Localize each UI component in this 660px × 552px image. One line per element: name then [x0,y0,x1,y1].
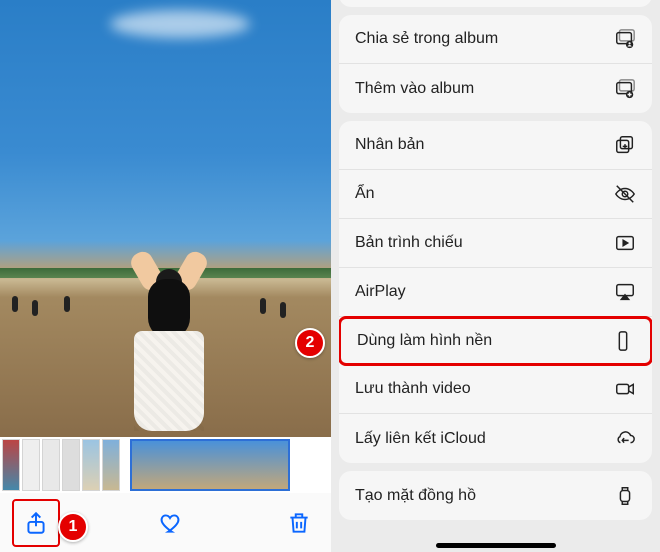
album-add-icon [614,78,636,100]
menu-group: Tạo mặt đồng hồ [339,471,652,520]
thumbnail[interactable] [62,439,80,491]
beach-figure [280,302,286,318]
wallpaper-icon [612,330,634,352]
delete-button[interactable] [279,503,319,543]
menu-item-add-album[interactable]: Thêm vào album [339,64,652,113]
menu-label: Lấy liên kết iCloud [355,430,486,448]
thumbnail[interactable] [42,439,60,491]
menu-label: Lưu thành video [355,380,471,398]
menu-label: Tạo mặt đồng hồ [355,487,476,505]
photo-main[interactable] [0,0,331,437]
home-indicator [436,543,556,548]
menu-item-copy-photo[interactable]: Sao chép ảnh [339,0,652,7]
annotation-badge-2: 2 [295,328,325,358]
share-sheet: Sao chép ảnh Chia sẻ trong album Thêm và… [331,0,660,552]
menu-group: Chia sẻ trong album Thêm vào album [339,15,652,113]
watch-icon [614,485,636,507]
menu-item-hide[interactable]: Ẩn [339,170,652,219]
menu-item-duplicate[interactable]: Nhân bản [339,121,652,170]
link-icon [614,428,636,450]
heart-icon [157,510,183,536]
thumbnail[interactable] [82,439,100,491]
thumbnail[interactable] [22,439,40,491]
photo-viewer: 1 [0,0,331,552]
beach-figure [260,298,266,314]
menu-item-icloud-link[interactable]: Lấy liên kết iCloud [339,414,652,463]
beach-figure [64,296,70,312]
menu-item-save-video[interactable]: Lưu thành video [339,365,652,414]
menu-label: Thêm vào album [355,80,474,98]
video-icon [614,378,636,400]
thumbnail-selected[interactable] [130,439,290,491]
menu-label: Ẩn [355,185,375,203]
thumbnail[interactable] [2,439,20,491]
menu-label: Chia sẻ trong album [355,30,498,48]
menu-item-wallpaper[interactable]: Dùng làm hình nền [339,316,652,366]
bottom-toolbar [0,493,331,552]
thumbnail-strip[interactable] [0,437,331,493]
menu-item-watch-face[interactable]: Tạo mặt đồng hồ [339,471,652,520]
menu-group: Nhân bản Ẩn Bản trình chiếu AirPlay Dùng… [339,121,652,463]
favorite-button[interactable] [150,503,190,543]
share-highlight [12,499,60,547]
annotation-badge-1: 1 [58,512,88,542]
menu-label: Nhân bản [355,136,424,154]
duplicate-icon [614,134,636,156]
menu-group: Sao chép ảnh [339,0,652,7]
person-subject [128,239,208,429]
share-button[interactable] [16,503,56,543]
menu-label: AirPlay [355,283,406,301]
beach-figure [12,296,18,312]
cloud-decor [110,10,250,38]
menu-item-slideshow[interactable]: Bản trình chiếu [339,219,652,268]
beach-figure [32,300,38,316]
album-share-icon [614,28,636,50]
menu-label: Bản trình chiếu [355,234,463,252]
menu-label: Dùng làm hình nền [357,332,492,350]
share-icon [23,510,49,536]
hide-icon [614,183,636,205]
menu-item-airplay[interactable]: AirPlay [339,268,652,317]
airplay-icon [614,281,636,303]
trash-icon [286,510,312,536]
slideshow-icon [614,232,636,254]
menu-item-share-album[interactable]: Chia sẻ trong album [339,15,652,64]
thumbnail[interactable] [102,439,120,491]
